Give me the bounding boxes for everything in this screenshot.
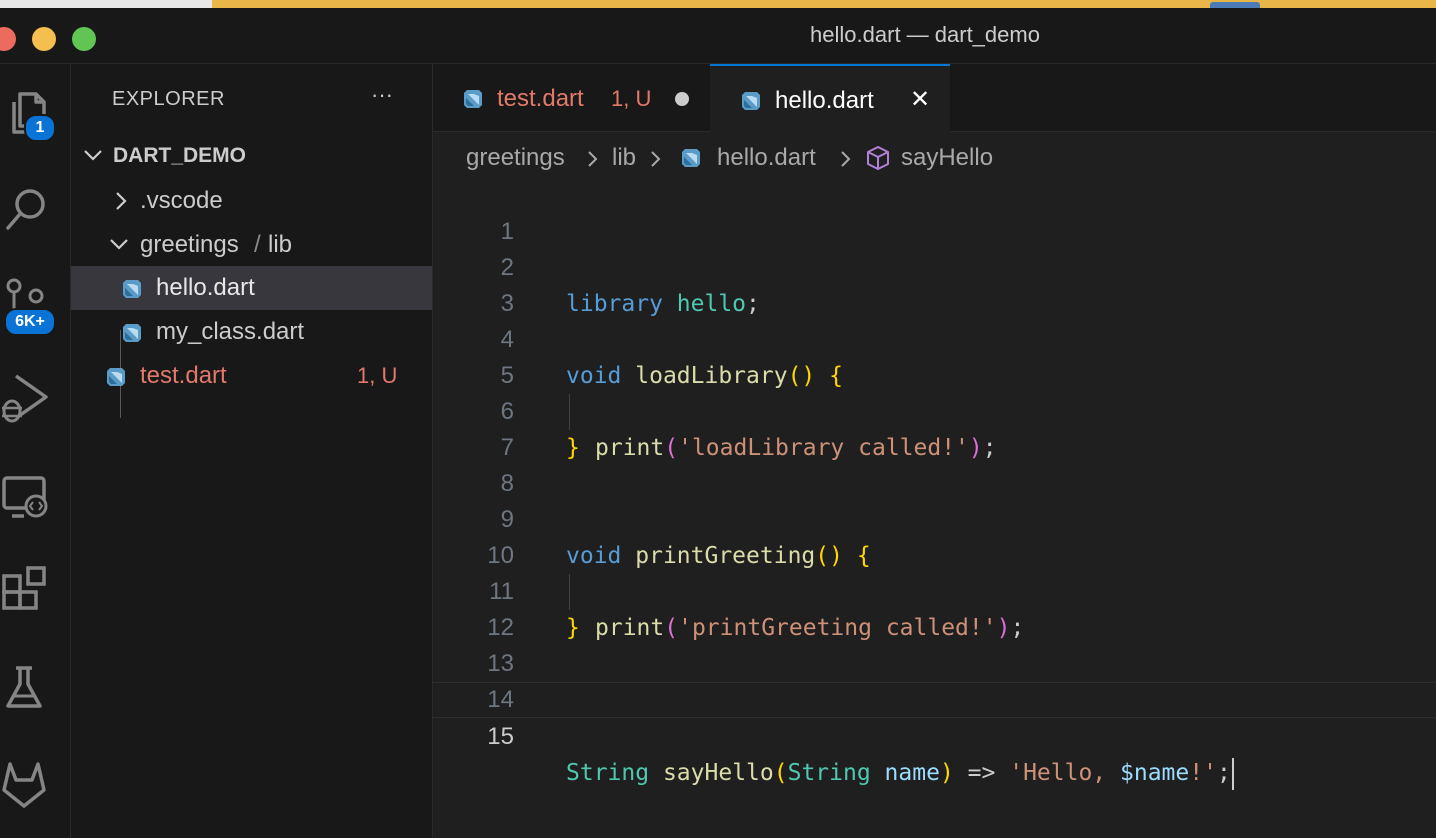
flask-icon <box>6 666 42 708</box>
activity-bar: 1 6K+ <box>0 64 71 838</box>
breadcrumb-item[interactable]: sayHello <box>901 144 993 172</box>
activity-explorer[interactable]: 1 <box>0 74 70 144</box>
explorer-more-actions[interactable]: ··· <box>371 82 393 108</box>
tree-item-vscode[interactable]: .vscode <box>71 179 432 223</box>
dart-file-icon <box>107 368 125 386</box>
dart-file-icon <box>742 92 760 110</box>
search-icon <box>6 189 45 230</box>
tree-root-dart-demo[interactable]: DART_DEMO <box>71 134 432 178</box>
code-line[interactable]: 5 print('loadLibrary called!'); <box>433 322 1436 461</box>
activity-search[interactable] <box>0 172 70 242</box>
code-line[interactable]: 12 <box>433 574 1436 641</box>
tab-test-dart[interactable]: test.dart 1, U <box>433 64 710 132</box>
breadcrumb-separator <box>649 144 663 179</box>
dart-file-icon <box>123 324 141 342</box>
unsaved-dot-icon[interactable] <box>675 92 689 106</box>
breadcrumb-separator <box>586 144 600 179</box>
tab-label: test.dart <box>497 85 584 112</box>
top-strip-light <box>0 0 212 8</box>
code-line[interactable]: 2 library hello; <box>433 214 1436 317</box>
title-bar: hello.dart — dart_demo <box>0 8 1436 64</box>
code-line[interactable]: 1 <box>433 178 1436 245</box>
activity-gitlab[interactable] <box>0 750 70 820</box>
tree-item-label: greetings <box>140 231 239 258</box>
activity-testing[interactable] <box>0 654 70 724</box>
tree-item-label: lib <box>268 231 293 258</box>
tree-root-label: DART_DEMO <box>113 144 247 167</box>
window-title: hello.dart — dart_demo <box>810 22 1040 47</box>
close-icon[interactable]: ✕ <box>910 65 930 135</box>
dart-file-icon <box>123 280 141 298</box>
explorer-badge: 1 <box>24 114 56 142</box>
code-line-current[interactable]: 15 String sayHello(String name) => 'Hell… <box>433 682 1436 790</box>
tree-item-my-class-dart[interactable]: my_class.dart <box>71 310 432 354</box>
code-line[interactable]: 6 } <box>433 358 1436 461</box>
tab-bar: test.dart 1, U hello.dart ✕ <box>433 64 1436 133</box>
code-line[interactable]: 3 <box>433 250 1436 317</box>
code-line[interactable]: 8 <box>433 430 1436 497</box>
dart-file-icon <box>682 149 700 167</box>
tree-item-label: hello.dart <box>156 274 255 301</box>
remote-explorer-icon <box>2 476 48 518</box>
breadcrumb-separator <box>839 144 853 179</box>
code-line[interactable]: 10 print('printGreeting called!'); <box>433 502 1436 641</box>
dart-file-icon <box>464 90 482 108</box>
file-status-badge: 1, U <box>357 363 398 388</box>
breadcrumb-item[interactable]: greetings <box>466 144 565 172</box>
tree-item-test-dart[interactable]: test.dart 1, U <box>71 354 432 398</box>
path-separator: / <box>254 231 261 258</box>
tab-label: hello.dart <box>775 87 874 114</box>
code-line[interactable]: 14 <box>433 646 1436 713</box>
run-debug-icon <box>2 374 48 423</box>
line-number: 15 <box>487 723 514 750</box>
scm-badge: 6K+ <box>4 308 56 336</box>
explorer-sidebar: EXPLORER ··· DART_DEMO .vscode greetings… <box>71 64 433 838</box>
tree-item-label: .vscode <box>140 187 223 214</box>
tree-item-greetings-lib[interactable]: greetings / lib <box>71 223 432 267</box>
activity-source-control[interactable]: 6K+ <box>0 268 70 338</box>
gitlab-icon <box>2 762 46 808</box>
code-line[interactable]: 9 void printGreeting() { <box>433 466 1436 569</box>
breadcrumb-item[interactable]: hello.dart <box>717 144 816 172</box>
code-line[interactable]: 11 } <box>433 538 1436 641</box>
code-line[interactable]: 4 void loadLibrary() { <box>433 286 1436 389</box>
method-cube-icon <box>867 146 889 170</box>
activity-run-debug[interactable] <box>0 364 70 434</box>
breadcrumb-item[interactable]: lib <box>612 144 636 172</box>
explorer-title: EXPLORER <box>112 88 225 110</box>
tab-hello-dart[interactable]: hello.dart ✕ <box>710 64 950 133</box>
top-strip <box>0 0 1436 8</box>
code-line[interactable]: 7 <box>433 394 1436 461</box>
activity-extensions[interactable] <box>0 558 70 628</box>
tab-status: 1, U <box>611 86 652 111</box>
tree-item-label: test.dart <box>140 362 227 389</box>
tree-item-hello-dart[interactable]: hello.dart <box>71 266 432 310</box>
text-cursor <box>1231 757 1234 790</box>
code-text: String sayHello(String name) => 'Hello, … <box>566 755 1234 791</box>
extensions-icon <box>2 566 46 610</box>
code-line[interactable]: 13 <box>433 610 1436 677</box>
activity-remote-explorer[interactable] <box>0 462 70 532</box>
editor-area: test.dart 1, U hello.dart ✕ greetings li… <box>433 64 1436 838</box>
tree-item-label: my_class.dart <box>156 318 305 345</box>
